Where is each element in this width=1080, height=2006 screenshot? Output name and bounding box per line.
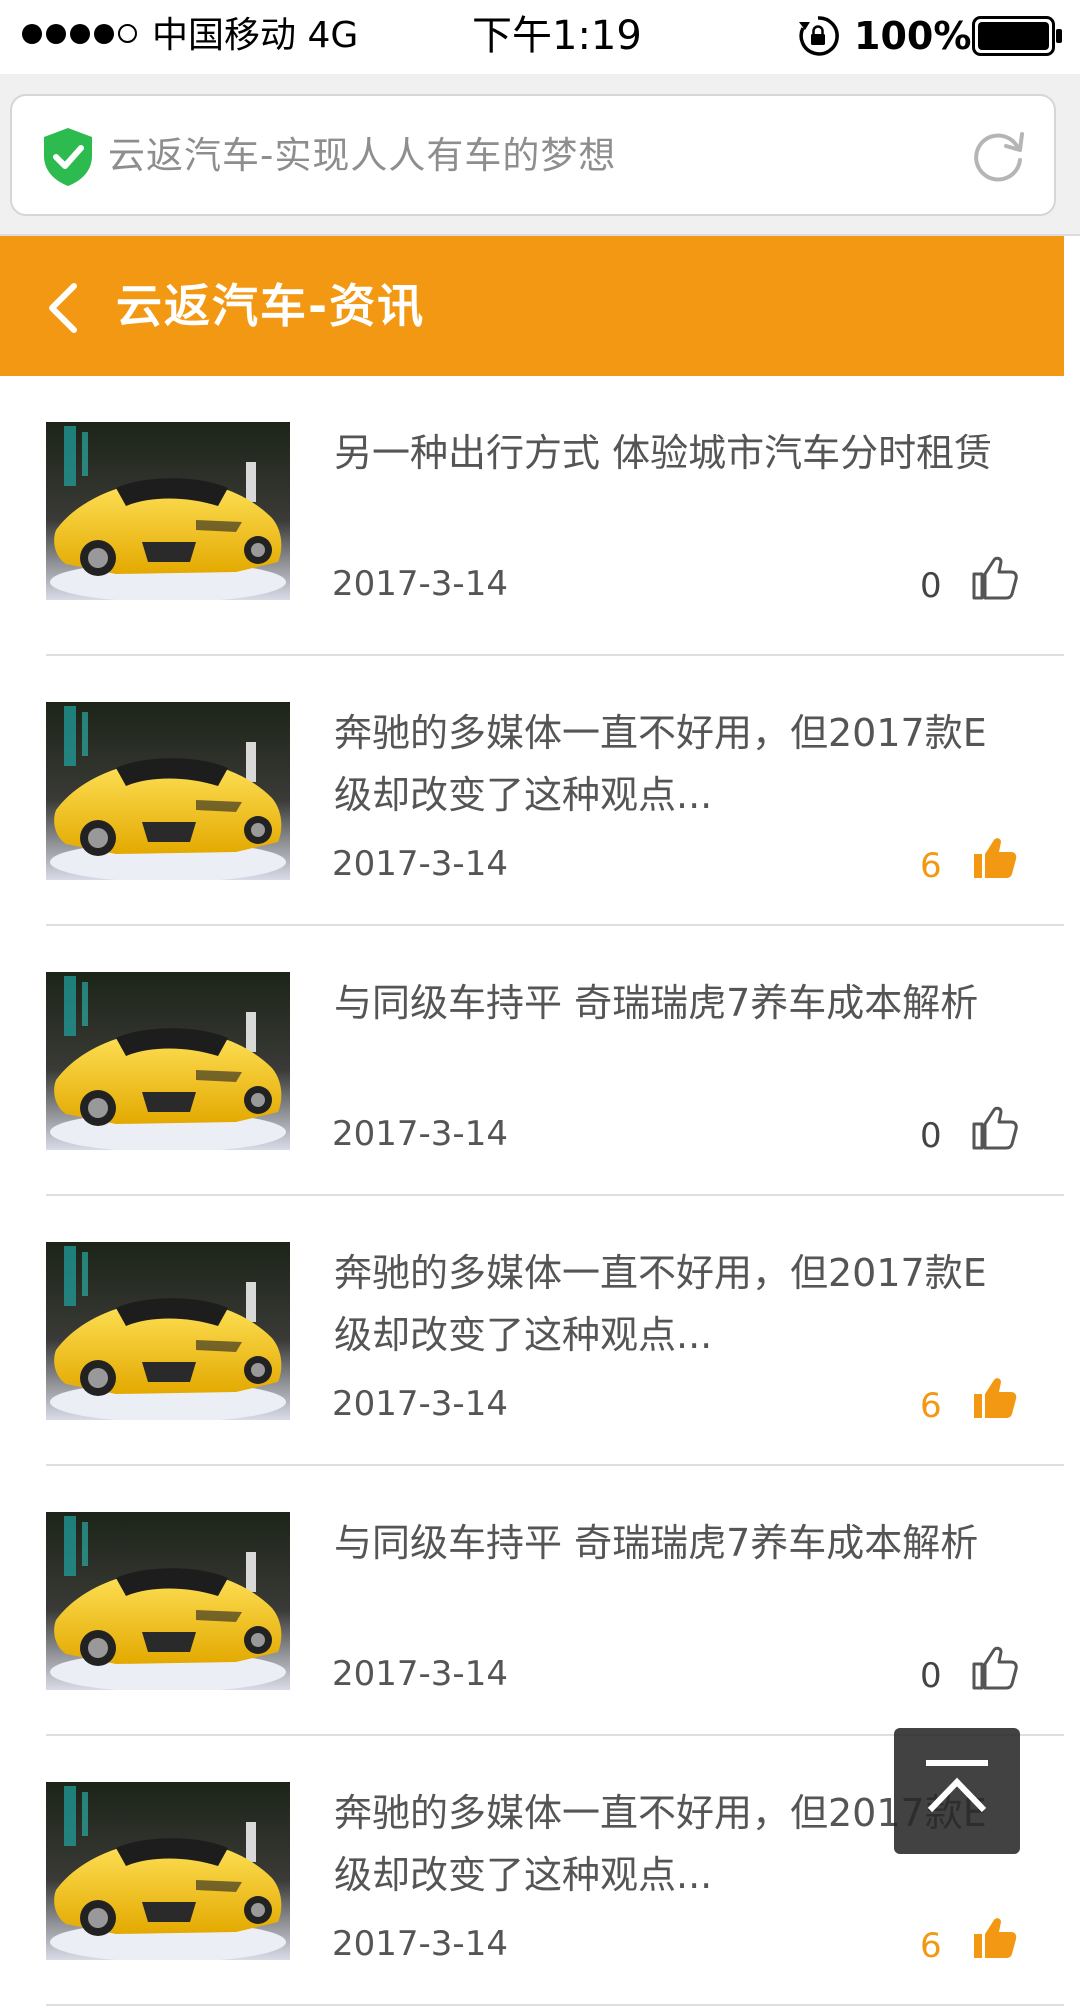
car-photo-icon	[46, 1242, 290, 1420]
news-list-item[interactable]: 与同级车持平 奇瑞瑞虎7养车成本解析 2017-3-14 0	[0, 1466, 1064, 1736]
rotation-lock-icon	[799, 16, 839, 56]
news-list-item[interactable]: 奔驰的多媒体一直不好用，但2017款E级却改变了这种观点... 2017-3-1…	[0, 1196, 1064, 1466]
clock: 下午1:19	[472, 13, 642, 59]
car-photo-icon	[46, 702, 290, 880]
car-photo-icon	[46, 1512, 290, 1690]
car-photo-icon	[46, 1782, 290, 1960]
news-title[interactable]: 另一种出行方式 体验城市汽车分时租赁	[334, 422, 1024, 484]
news-list-item[interactable]: 另一种出行方式 体验城市汽车分时租赁 2017-3-14 0	[0, 376, 1064, 656]
like-count: 0	[920, 1116, 942, 1156]
car-photo-icon	[46, 422, 290, 600]
browser-toolbar: 云返汽车-实现人人有车的梦想	[0, 74, 1080, 236]
like-count: 0	[920, 1656, 942, 1696]
like-count: 6	[920, 1386, 942, 1426]
like-count: 6	[920, 846, 942, 886]
page-header: 云返汽车-资讯	[0, 236, 1064, 376]
news-thumbnail[interactable]	[46, 1242, 290, 1420]
thumbs-up-icon[interactable]	[970, 1374, 1018, 1422]
news-date: 2017-3-14	[332, 1384, 508, 1424]
news-title[interactable]: 奔驰的多媒体一直不好用，但2017款E级却改变了这种观点...	[334, 1242, 1024, 1366]
signal-strength-icon	[22, 24, 137, 44]
reload-icon[interactable]	[968, 126, 1028, 186]
news-title[interactable]: 奔驰的多媒体一直不好用，但2017款E级却改变了这种观点...	[334, 702, 1024, 826]
car-photo-icon	[46, 972, 290, 1150]
page-title: 云返汽车-资讯	[116, 279, 426, 333]
status-bar: 中国移动 4G 下午1:19 100%	[0, 0, 1080, 74]
news-title[interactable]: 与同级车持平 奇瑞瑞虎7养车成本解析	[334, 972, 1024, 1034]
news-thumbnail[interactable]	[46, 1782, 290, 1960]
carrier-label: 中国移动 4G	[152, 15, 359, 56]
news-thumbnail[interactable]	[46, 1512, 290, 1690]
thumbs-up-icon[interactable]	[970, 834, 1018, 882]
battery-percent: 100%	[854, 14, 972, 58]
news-date: 2017-3-14	[332, 1114, 508, 1154]
page-url-title[interactable]: 云返汽车-实现人人有车的梦想	[108, 128, 616, 184]
thumbs-up-icon[interactable]	[970, 554, 1018, 602]
news-date: 2017-3-14	[332, 1924, 508, 1964]
news-list-item[interactable]: 奔驰的多媒体一直不好用，但2017款E级却改变了这种观点... 2017-3-1…	[0, 656, 1064, 926]
battery-icon	[972, 16, 1062, 56]
like-count: 6	[920, 1926, 942, 1966]
back-to-top-button[interactable]	[894, 1728, 1020, 1854]
like-count: 0	[920, 566, 942, 606]
address-bar[interactable]: 云返汽车-实现人人有车的梦想	[10, 94, 1056, 216]
news-thumbnail[interactable]	[46, 972, 290, 1150]
news-list-item[interactable]: 与同级车持平 奇瑞瑞虎7养车成本解析 2017-3-14 0	[0, 926, 1064, 1196]
news-date: 2017-3-14	[332, 1654, 508, 1694]
news-date: 2017-3-14	[332, 844, 508, 884]
news-title[interactable]: 与同级车持平 奇瑞瑞虎7养车成本解析	[334, 1512, 1024, 1574]
chevron-left-icon[interactable]	[44, 282, 84, 334]
shield-check-icon	[44, 128, 92, 186]
thumbs-up-icon[interactable]	[970, 1104, 1018, 1152]
news-date: 2017-3-14	[332, 564, 508, 604]
news-thumbnail[interactable]	[46, 702, 290, 880]
news-thumbnail[interactable]	[46, 422, 290, 600]
arrow-up-icon	[926, 1760, 988, 1813]
thumbs-up-icon[interactable]	[970, 1644, 1018, 1692]
thumbs-up-icon[interactable]	[970, 1914, 1018, 1962]
